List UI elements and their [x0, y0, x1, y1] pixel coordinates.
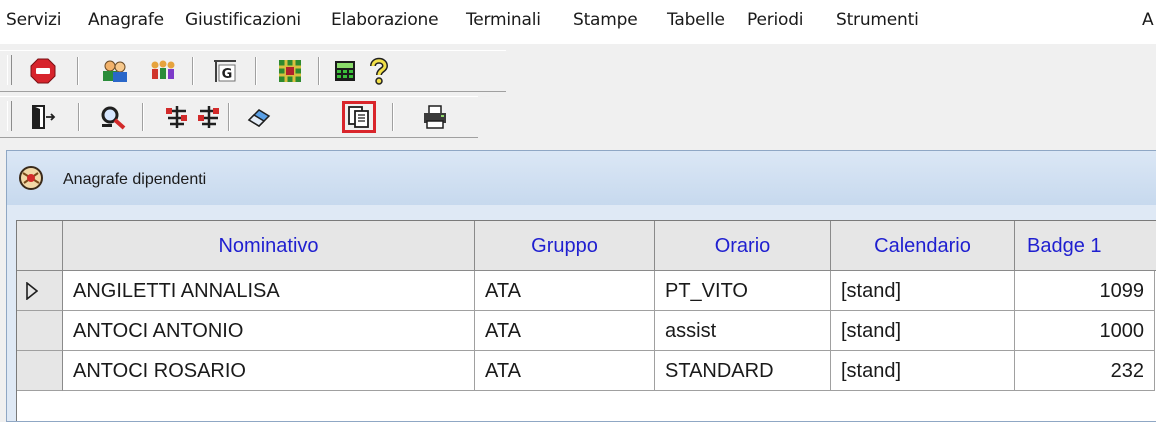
- group-icon: [149, 59, 177, 83]
- cell-calendario[interactable]: [stand]: [831, 311, 1015, 351]
- help-button[interactable]: [364, 57, 394, 85]
- row-indicator[interactable]: [17, 351, 63, 391]
- cell-badge1[interactable]: 1000: [1015, 311, 1155, 351]
- employees-table: Nominativo Gruppo Orario Calendario Badg…: [16, 220, 1156, 421]
- users-icon: [101, 59, 129, 83]
- header-corner-cell: [17, 221, 63, 271]
- cell-badge1[interactable]: 232: [1015, 351, 1155, 391]
- g-letter-icon: G: [212, 58, 238, 84]
- app-window-icon: [17, 165, 45, 196]
- cell-nominativo[interactable]: ANGILETTI ANNALISA: [63, 271, 475, 311]
- tree-expand-icon: [164, 104, 190, 130]
- toolbar-grip[interactable]: [7, 101, 12, 131]
- menu-servizi[interactable]: Servizi: [6, 10, 61, 30]
- tree-collapse-icon: [196, 104, 222, 130]
- column-header-calendario[interactable]: Calendario: [831, 221, 1015, 271]
- exit-door-icon: [30, 104, 56, 130]
- record-toolbar: [0, 96, 478, 138]
- menu-anagrafe[interactable]: Anagrafe: [88, 10, 164, 30]
- column-header-nominativo[interactable]: Nominativo: [63, 221, 475, 271]
- column-header-gruppo[interactable]: Gruppo: [475, 221, 655, 271]
- menu-giustificazioni[interactable]: Giustificazioni: [185, 10, 301, 30]
- groups-button[interactable]: [148, 57, 178, 85]
- printer-icon: [421, 104, 449, 130]
- cell-badge1[interactable]: 1099: [1015, 271, 1155, 311]
- help-icon: [368, 57, 390, 85]
- print-button[interactable]: [420, 103, 450, 131]
- eraser-icon: [246, 104, 272, 130]
- row-indicator[interactable]: [17, 311, 63, 351]
- collapse-button[interactable]: [194, 103, 224, 131]
- menu-elaborazione[interactable]: Elaborazione: [331, 10, 439, 30]
- column-header-orario[interactable]: Orario: [655, 221, 831, 271]
- menu-overflow[interactable]: A: [1142, 10, 1154, 30]
- cell-orario[interactable]: STANDARD: [655, 351, 831, 391]
- cell-gruppo[interactable]: ATA: [475, 351, 655, 391]
- toolbar-grip[interactable]: [7, 55, 12, 85]
- employees-button[interactable]: [100, 57, 130, 85]
- eraser-button[interactable]: [244, 103, 274, 131]
- cell-nominativo[interactable]: ANTOCI ROSARIO: [63, 351, 475, 391]
- menu-strumenti[interactable]: Strumenti: [836, 10, 919, 30]
- main-toolbar: G: [0, 50, 506, 92]
- menu-terminali[interactable]: Terminali: [466, 10, 541, 30]
- cell-gruppo[interactable]: ATA: [475, 271, 655, 311]
- cell-orario[interactable]: PT_VITO: [655, 271, 831, 311]
- pattern-button[interactable]: [275, 57, 305, 85]
- grid-pattern-icon: [277, 58, 303, 84]
- cell-gruppo[interactable]: ATA: [475, 311, 655, 351]
- calculator-icon: [333, 59, 357, 83]
- menu-periodi[interactable]: Periodi: [747, 10, 804, 30]
- row-indicator-current[interactable]: [17, 271, 63, 311]
- cell-nominativo[interactable]: ANTOCI ANTONIO: [63, 311, 475, 351]
- calculator-button[interactable]: [330, 57, 360, 85]
- column-header-badge1[interactable]: Badge 1: [1015, 221, 1156, 271]
- stop-icon: [30, 58, 56, 84]
- copy-document-button[interactable]: [342, 101, 376, 133]
- window-title-bar[interactable]: Anagrafe dipendenti: [7, 151, 1156, 205]
- menu-tabelle[interactable]: Tabelle: [667, 10, 725, 30]
- g-button[interactable]: G: [210, 57, 240, 85]
- menu-bar: Servizi Anagrafe Giustificazioni Elabora…: [0, 0, 1156, 44]
- search-magnifier-icon: [99, 104, 127, 130]
- stop-button[interactable]: [28, 57, 58, 85]
- svg-text:G: G: [222, 67, 233, 82]
- window-title: Anagrafe dipendenti: [63, 171, 207, 188]
- menu-stampe[interactable]: Stampe: [573, 10, 638, 30]
- expand-button[interactable]: [162, 103, 192, 131]
- cell-calendario[interactable]: [stand]: [831, 351, 1015, 391]
- current-row-arrow-icon: [26, 282, 38, 300]
- cell-orario[interactable]: assist: [655, 311, 831, 351]
- search-button[interactable]: [98, 103, 128, 131]
- copy-document-icon: [347, 105, 371, 129]
- cell-calendario[interactable]: [stand]: [831, 271, 1015, 311]
- exit-button[interactable]: [28, 103, 58, 131]
